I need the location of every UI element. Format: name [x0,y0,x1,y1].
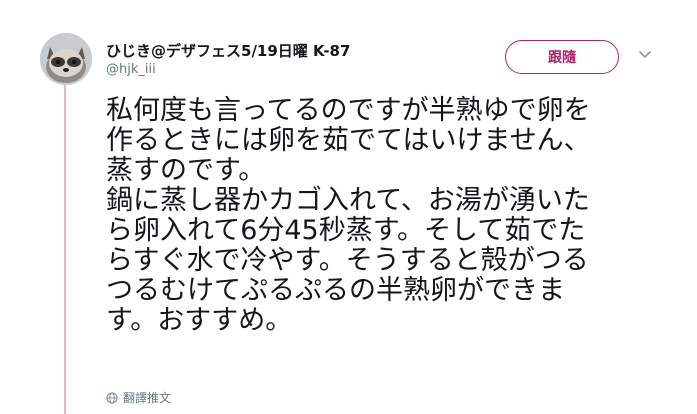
follow-button[interactable]: 跟隨 [505,40,619,74]
tweet-text-line: 蒸すのです。 [106,155,266,186]
globe-icon [106,391,118,404]
chevron-down-icon [639,51,651,58]
tweet-text-line: 鍋に蒸し器かカゴ入れて、お湯が湧いた [106,185,590,216]
tweet-menu-button[interactable] [636,46,654,64]
avatar[interactable] [40,33,92,85]
tweet-text-line: す。おすすめ。 [106,305,293,336]
translate-tweet-link[interactable]: 翻譯推文 [106,389,171,406]
author-handle[interactable]: @hjk_iii [106,62,156,77]
author-display-name[interactable]: ひじき@デザフェス5/19日曜 K-87 [106,40,350,61]
tweet-text-line: 私何度も言ってるのですが半熟ゆで卵を [106,95,591,126]
tweet-text-line: らすぐ水で冷やす。そうすると殻がつる [106,245,589,276]
thread-line [64,80,66,414]
tweet-text-line: ら卵入れて6分45秒蒸す。そして茹でた [106,215,586,246]
tweet-text-line: 作るときには卵を茹でてはいけません、 [106,125,591,156]
translate-label: 翻譯推文 [123,391,172,405]
raccoon-dog-avatar-icon [40,33,92,85]
tweet-text-line: つるむけてぷるぷるの半熟卵ができま [106,275,565,306]
tweet-text: 私何度も言ってるのですが半熟ゆで卵を 作るときには卵を茹でてはいけません、 蒸す… [106,96,686,336]
